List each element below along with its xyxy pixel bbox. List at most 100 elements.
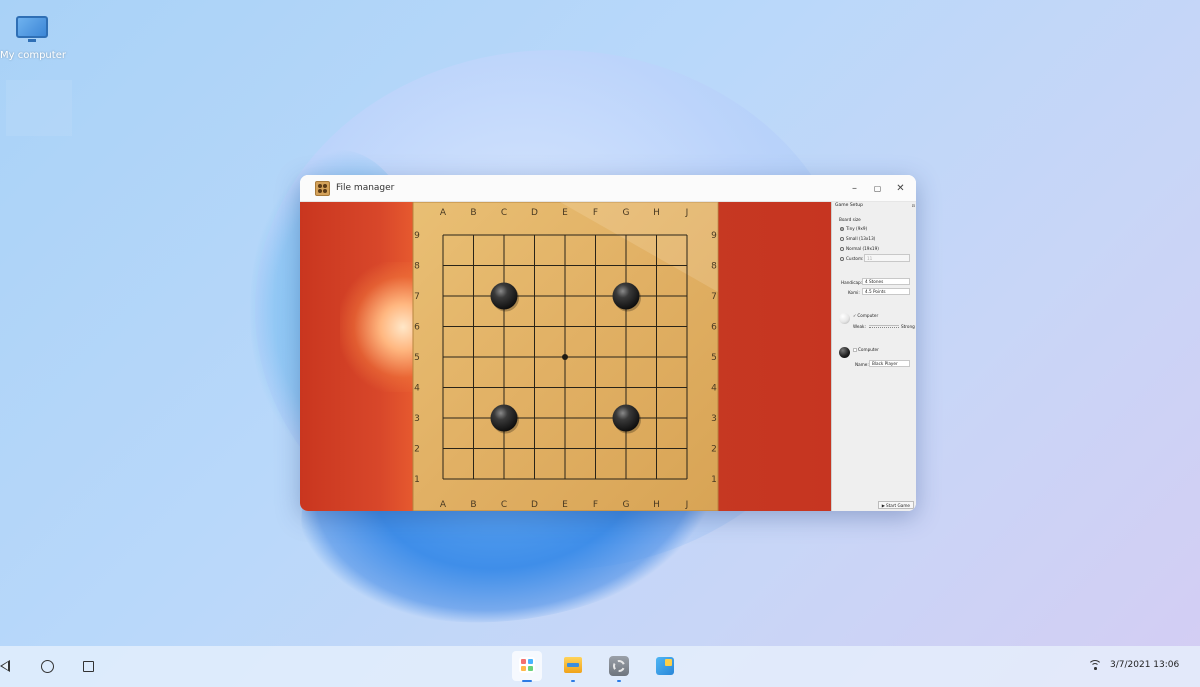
column-label-top: J bbox=[685, 208, 689, 218]
size-option-label: Tiny (9x9) bbox=[846, 226, 868, 231]
black-stone-icon bbox=[839, 347, 850, 358]
size-option-label: Small (13x13) bbox=[846, 236, 876, 241]
app-launcher-button[interactable] bbox=[512, 651, 542, 682]
column-label-top: A bbox=[440, 208, 447, 218]
column-label-bottom: E bbox=[562, 500, 568, 510]
running-indicator bbox=[522, 680, 532, 682]
radio-icon bbox=[840, 246, 844, 251]
size-option-normal[interactable]: Normal (19x19) bbox=[840, 246, 879, 251]
go-board[interactable]: A A B B C C D D E E F F G G H H J J 9 9 8 8 7 7 6 6 5 5 4 4 3 3 2 2 1 1 bbox=[300, 202, 831, 511]
running-indicator bbox=[617, 680, 621, 682]
row-label-right: 1 bbox=[711, 475, 717, 485]
go-stone-black[interactable] bbox=[490, 404, 518, 432]
go-board-icon bbox=[315, 180, 330, 196]
black-computer-checkbox[interactable]: Computer bbox=[853, 347, 879, 352]
strong-label: Strong bbox=[901, 324, 915, 329]
row-label-left: 9 bbox=[414, 231, 420, 241]
size-option-label: Custom: bbox=[846, 256, 864, 261]
row-label-right: 8 bbox=[711, 262, 717, 272]
window-title: File manager bbox=[336, 183, 395, 193]
handicap-spinbox[interactable]: 4 Stones bbox=[862, 278, 910, 285]
file-manager-button[interactable] bbox=[558, 651, 588, 682]
row-label-left: 8 bbox=[414, 262, 420, 272]
radio-icon bbox=[840, 256, 844, 261]
column-label-bottom: D bbox=[531, 500, 538, 510]
column-label-top: D bbox=[531, 208, 538, 218]
window-titlebar[interactable]: File manager – ▢ ✕ bbox=[300, 175, 916, 202]
desktop-icon-label: My computer bbox=[0, 50, 66, 61]
row-label-right: 2 bbox=[711, 445, 717, 455]
column-label-bottom: G bbox=[623, 500, 630, 510]
settings-button[interactable] bbox=[604, 651, 634, 682]
setup-title: Game Setup bbox=[835, 203, 863, 208]
radio-selected-icon bbox=[840, 226, 844, 231]
komi-label: Komi: bbox=[848, 290, 860, 295]
close-button[interactable]: ✕ bbox=[889, 175, 912, 202]
row-label-right: 5 bbox=[711, 353, 717, 363]
star-point bbox=[562, 354, 568, 360]
desktop-empty-area bbox=[6, 80, 72, 136]
row-label-left: 5 bbox=[414, 353, 420, 363]
row-label-right: 4 bbox=[711, 384, 717, 394]
go-stone-black[interactable] bbox=[612, 282, 640, 310]
column-label-top: G bbox=[623, 208, 630, 218]
name-label: Name: bbox=[855, 362, 869, 367]
strength-slider[interactable] bbox=[869, 325, 899, 328]
row-label-right: 9 bbox=[711, 231, 717, 241]
handicap-label: Handicap: bbox=[841, 280, 863, 285]
row-label-left: 2 bbox=[414, 445, 420, 455]
row-label-right: 6 bbox=[711, 323, 717, 333]
row-label-left: 7 bbox=[414, 292, 420, 302]
checkbox-checked-icon: ✓ bbox=[853, 313, 857, 318]
store-icon bbox=[656, 657, 674, 675]
white-stone-icon bbox=[839, 313, 850, 324]
weak-label: Weak: bbox=[853, 324, 866, 329]
file-manager-icon bbox=[564, 657, 582, 673]
row-label-left: 1 bbox=[414, 475, 420, 485]
play-icon: ▶ bbox=[881, 502, 885, 508]
size-option-small[interactable]: Small (13x13) bbox=[840, 236, 875, 241]
column-label-bottom: B bbox=[470, 500, 476, 510]
custom-size-spinbox[interactable]: 11 bbox=[864, 254, 910, 262]
column-label-bottom: H bbox=[653, 500, 660, 510]
checkbox-icon bbox=[853, 347, 857, 352]
black-computer-label: Computer bbox=[858, 347, 879, 352]
size-option-custom[interactable]: Custom: bbox=[840, 256, 863, 261]
go-stone-black[interactable] bbox=[490, 282, 518, 310]
column-label-top: F bbox=[593, 208, 598, 218]
size-option-tiny[interactable]: Tiny (9x9) bbox=[840, 226, 867, 231]
white-computer-label: Computer bbox=[857, 313, 879, 318]
panel-close-button[interactable]: ⊡ bbox=[912, 203, 915, 208]
row-label-right: 3 bbox=[711, 414, 717, 424]
clock[interactable]: 3/7/2021 13:06 bbox=[1110, 660, 1179, 670]
home-icon[interactable] bbox=[41, 660, 54, 673]
recents-icon[interactable] bbox=[83, 661, 94, 672]
komi-spinbox[interactable]: 4.5 Points bbox=[862, 288, 910, 295]
row-label-left: 4 bbox=[414, 384, 420, 394]
row-label-right: 7 bbox=[711, 292, 717, 302]
board-size-label: Board size bbox=[839, 217, 861, 222]
maximize-button[interactable]: ▢ bbox=[866, 175, 889, 202]
minimize-button[interactable]: – bbox=[843, 175, 866, 202]
game-setup-panel: Game Setup ⊡ Board size Tiny (9x9) Small… bbox=[831, 202, 916, 511]
store-button[interactable] bbox=[650, 651, 680, 681]
column-label-bottom: J bbox=[685, 500, 689, 510]
size-option-label: Normal (19x19) bbox=[846, 246, 879, 251]
column-label-bottom: A bbox=[440, 500, 447, 510]
column-label-top: B bbox=[470, 208, 476, 218]
settings-icon bbox=[609, 656, 629, 676]
radio-icon bbox=[840, 236, 844, 241]
black-name-input[interactable]: Black Player bbox=[869, 360, 910, 367]
taskbar: 3/7/2021 13:06 bbox=[0, 646, 1200, 687]
go-stone-black[interactable] bbox=[612, 404, 640, 432]
window-file-manager: File manager – ▢ ✕ A A B B C C D D E E F… bbox=[300, 175, 916, 511]
back-icon-inner bbox=[2, 662, 8, 670]
desktop-icon-my-computer[interactable]: My computer bbox=[0, 10, 66, 61]
column-label-top: H bbox=[653, 208, 660, 218]
row-label-left: 3 bbox=[414, 414, 420, 424]
white-computer-checkbox[interactable]: ✓ Computer bbox=[853, 313, 878, 318]
start-game-button[interactable]: ▶ Start Game bbox=[877, 501, 914, 509]
column-label-bottom: C bbox=[501, 500, 507, 510]
wifi-icon[interactable] bbox=[1088, 658, 1102, 672]
start-game-label: Start Game bbox=[885, 502, 910, 508]
